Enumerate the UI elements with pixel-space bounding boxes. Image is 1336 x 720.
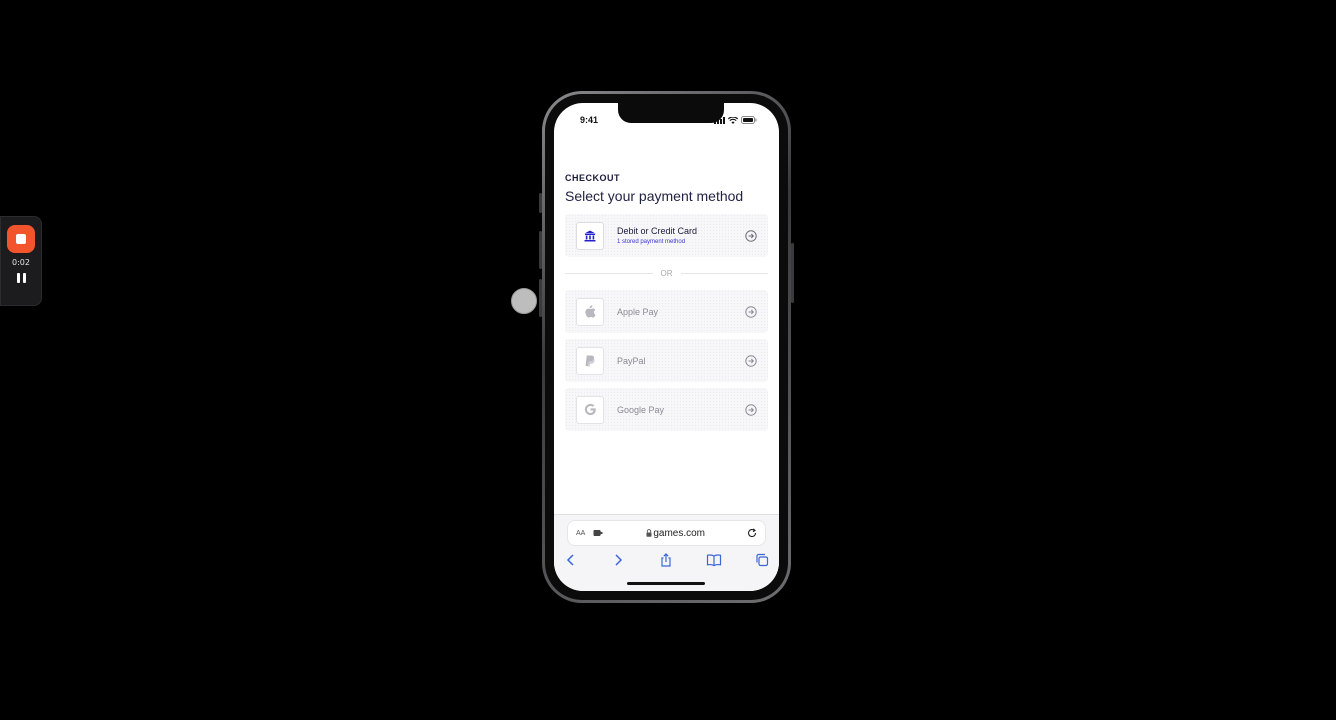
pause-icon-bar	[22, 273, 26, 283]
home-indicator	[627, 582, 705, 585]
address-bar[interactable]: AA games.com	[568, 521, 765, 545]
payment-method-paypal[interactable]: PayPal	[565, 339, 768, 382]
volume-down-button	[539, 279, 542, 317]
forward-icon[interactable]	[611, 553, 625, 567]
stored-methods-count: 1 stored payment method	[617, 239, 686, 245]
payment-method-text: PayPal	[617, 356, 745, 366]
stage: 0:02 9:41 CHECKOUT Select your payment m…	[0, 0, 1336, 720]
payment-method-label: Apple Pay	[617, 306, 659, 317]
reload-icon[interactable]	[747, 528, 757, 538]
notch	[618, 103, 724, 123]
power-button	[791, 243, 794, 303]
arrow-circle-right-icon	[745, 305, 757, 318]
back-icon[interactable]	[564, 553, 578, 567]
google-icon	[576, 395, 604, 424]
screen-recorder-panel: 0:02	[0, 216, 42, 306]
stop-icon	[16, 234, 26, 244]
divider-text: OR	[660, 269, 673, 278]
url-display[interactable]: games.com	[604, 528, 747, 539]
payment-method-text: Debit or Credit Card 1 stored payment me…	[617, 226, 745, 245]
lock-icon	[646, 528, 652, 537]
checkout-content: CHECKOUT Select your payment method Debi…	[565, 173, 768, 431]
paypal-icon	[576, 346, 604, 375]
stop-recording-button[interactable]	[7, 225, 35, 253]
pause-recording-button[interactable]	[16, 273, 26, 283]
checkout-eyebrow: CHECKOUT	[565, 173, 620, 183]
payment-method-text: Apple Pay	[617, 307, 745, 317]
extension-icon[interactable]	[593, 529, 604, 537]
divider-line	[680, 273, 768, 274]
payment-method-label: PayPal	[617, 355, 646, 366]
url-text: games.com	[653, 527, 706, 539]
tabs-icon[interactable]	[755, 553, 769, 567]
payment-method-text: Google Pay	[617, 405, 745, 415]
arrow-circle-right-icon	[745, 354, 757, 367]
arrow-circle-right-icon	[745, 229, 757, 242]
touch-cursor-indicator	[511, 288, 537, 314]
browser-toolbar	[554, 550, 779, 570]
browser-chrome: AA games.com	[554, 514, 779, 591]
payment-method-apple-pay[interactable]: Apple Pay	[565, 290, 768, 333]
phone-bezel: 9:41 CHECKOUT Select your payment method…	[545, 94, 788, 600]
payment-method-label: Google Pay	[617, 404, 665, 415]
recording-timer: 0:02	[12, 258, 30, 267]
arrow-circle-right-icon	[745, 403, 757, 416]
divider-line	[565, 273, 653, 274]
bookmarks-icon[interactable]	[706, 553, 722, 567]
pause-icon	[16, 273, 20, 283]
phone-frame: 9:41 CHECKOUT Select your payment method…	[539, 91, 794, 603]
or-divider: OR	[565, 269, 768, 278]
volume-up-button	[539, 231, 542, 269]
mute-switch	[539, 193, 542, 213]
payment-method-google-pay[interactable]: Google Pay	[565, 388, 768, 431]
payment-method-card[interactable]: Debit or Credit Card 1 stored payment me…	[565, 214, 768, 257]
phone-screen: 9:41 CHECKOUT Select your payment method…	[554, 103, 779, 591]
text-size-button[interactable]: AA	[576, 530, 585, 537]
page-title: Select your payment method	[565, 188, 744, 204]
status-time: 9:41	[580, 115, 599, 125]
bank-icon	[576, 221, 604, 250]
share-icon[interactable]	[659, 553, 673, 567]
apple-icon	[576, 297, 604, 326]
payment-method-label: Debit or Credit Card	[617, 226, 698, 236]
battery-icon	[741, 116, 757, 124]
wifi-icon	[728, 116, 738, 124]
